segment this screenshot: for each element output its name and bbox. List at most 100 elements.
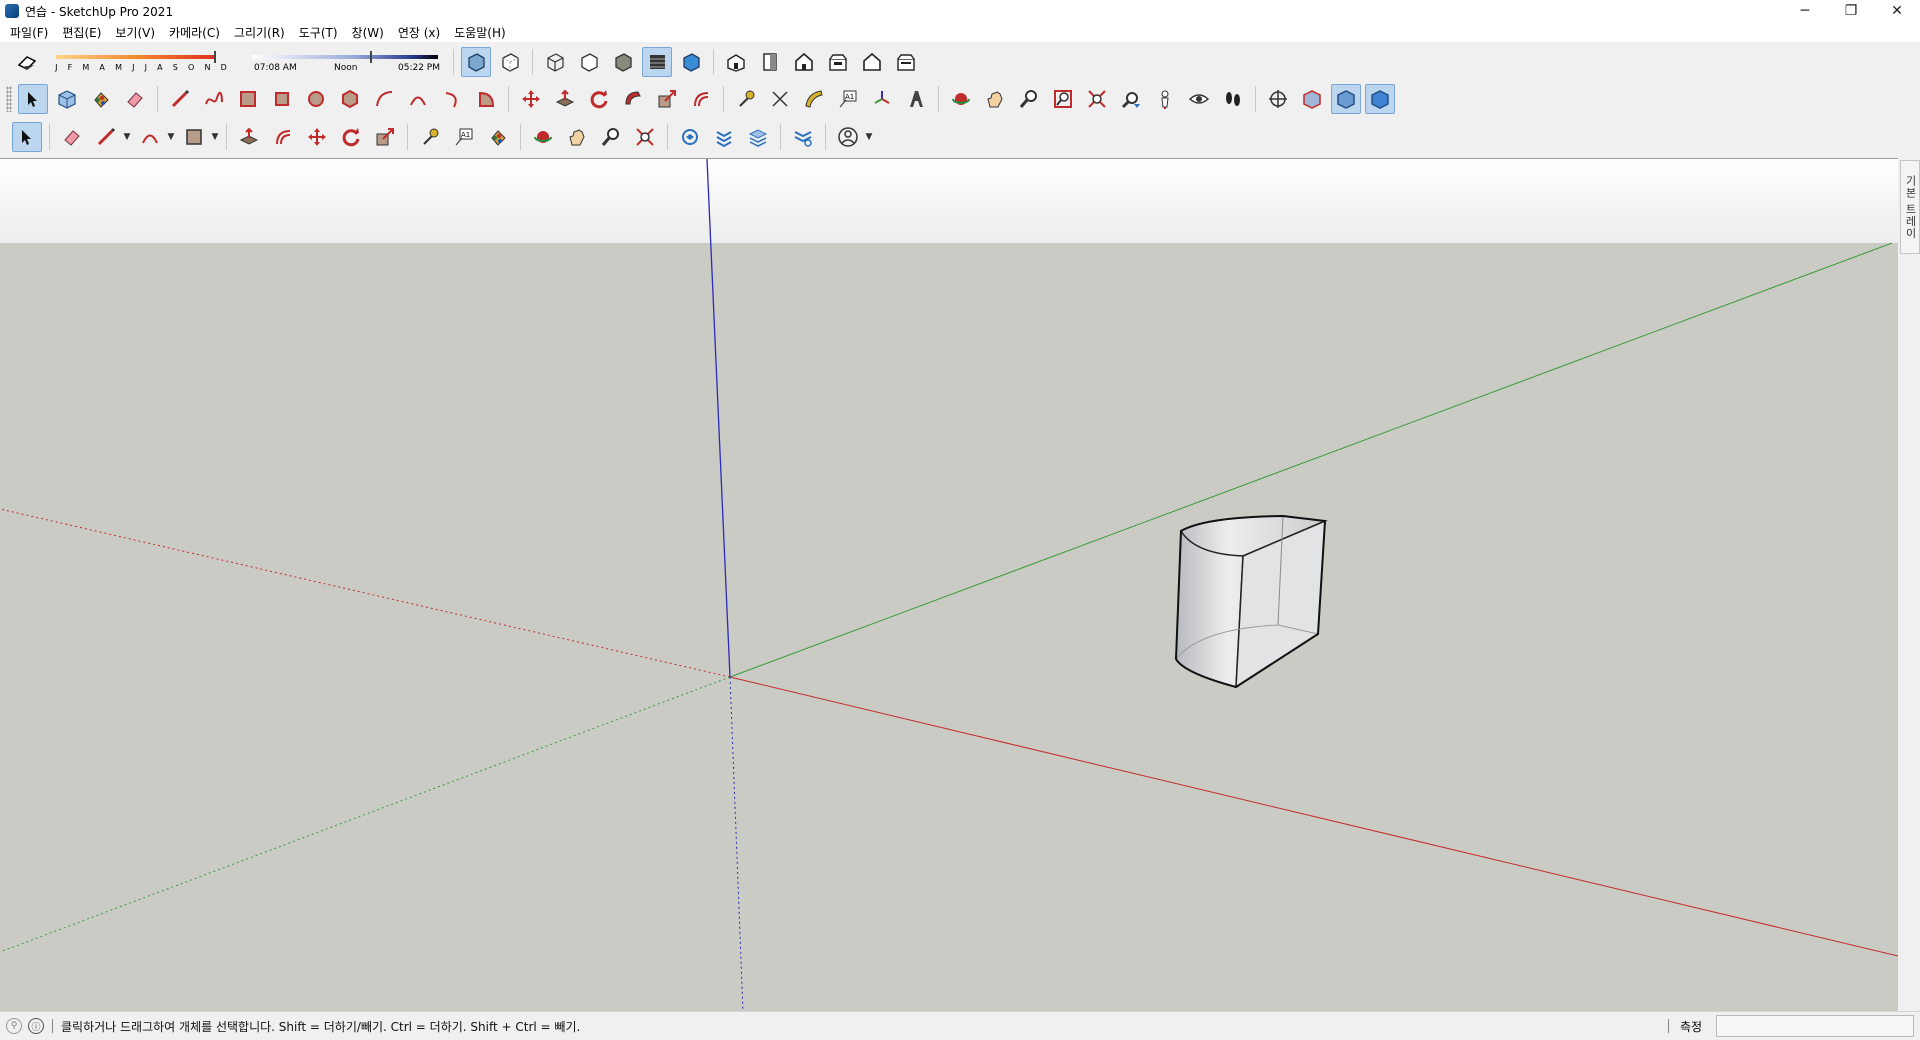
- top-view-icon[interactable]: [755, 47, 785, 77]
- rotate-tool-icon[interactable]: [336, 122, 366, 152]
- rotated-rectangle-tool-icon[interactable]: [267, 84, 297, 114]
- dimension-tool-icon[interactable]: [765, 84, 795, 114]
- polygon-tool-icon[interactable]: [335, 84, 365, 114]
- scale-tool-icon[interactable]: [370, 122, 400, 152]
- 3d-warehouse-icon[interactable]: [675, 122, 705, 152]
- push-pull-tool-icon[interactable]: [234, 122, 264, 152]
- scene-canvas[interactable]: [0, 159, 1898, 1011]
- eraser-tool-icon[interactable]: [57, 122, 87, 152]
- orbit-tool-icon[interactable]: [946, 84, 976, 114]
- zoom-tool-icon[interactable]: [596, 122, 626, 152]
- 3d-text-tool-icon[interactable]: [901, 84, 931, 114]
- shaded-textures-style-icon[interactable]: [642, 47, 672, 77]
- move-tool-icon[interactable]: [302, 122, 332, 152]
- line-tool-icon[interactable]: [165, 84, 195, 114]
- two-point-arc-tool-icon[interactable]: [403, 84, 433, 114]
- measurements-input[interactable]: [1716, 1015, 1914, 1037]
- month-thumb[interactable]: [214, 51, 216, 63]
- protractor-tool-icon[interactable]: [799, 84, 829, 114]
- eraser-tool-icon[interactable]: [120, 84, 150, 114]
- shadows-toggle-icon[interactable]: [12, 47, 42, 77]
- menu-window[interactable]: 창(W): [345, 24, 391, 41]
- offset-tool-icon[interactable]: [268, 122, 298, 152]
- pan-tool-icon[interactable]: [562, 122, 592, 152]
- back-view-icon[interactable]: [857, 47, 887, 77]
- month-slider[interactable]: J F M A M J J A S O N D: [50, 47, 232, 77]
- line-tool-icon[interactable]: [91, 122, 121, 152]
- arc-tool-icon[interactable]: [369, 84, 399, 114]
- zoom-extents-icon[interactable]: [1082, 84, 1112, 114]
- arc-dropdown-icon[interactable]: ▼: [165, 122, 177, 152]
- iso-view-icon[interactable]: [721, 47, 751, 77]
- section-display-icon[interactable]: [1297, 84, 1327, 114]
- text-tool-icon[interactable]: A1: [833, 84, 863, 114]
- pan-tool-icon[interactable]: [980, 84, 1010, 114]
- default-tray-tab[interactable]: 기본 트레이: [1900, 160, 1920, 254]
- menu-file[interactable]: 파일(F): [3, 24, 55, 41]
- profile-dropdown-icon[interactable]: ▼: [863, 122, 875, 152]
- arc-tool-icon[interactable]: [135, 122, 165, 152]
- left-view-icon[interactable]: [891, 47, 921, 77]
- text-tool-icon[interactable]: A1: [449, 122, 479, 152]
- select-tool-icon[interactable]: [18, 84, 48, 114]
- tape-measure-icon[interactable]: [731, 84, 761, 114]
- previous-view-icon[interactable]: [1116, 84, 1146, 114]
- instructor-info-icon[interactable]: ⓘ: [28, 1018, 44, 1034]
- menu-edit[interactable]: 편집(E): [55, 24, 108, 41]
- hidden-line-style-icon[interactable]: [574, 47, 604, 77]
- freehand-tool-icon[interactable]: [199, 84, 229, 114]
- wireframe-style-icon[interactable]: [540, 47, 570, 77]
- select-tool-icon[interactable]: [12, 122, 42, 152]
- scale-tool-icon[interactable]: [652, 84, 682, 114]
- shaded-style-icon[interactable]: [608, 47, 638, 77]
- orbit-tool-icon[interactable]: [528, 122, 558, 152]
- toolbar-grip[interactable]: [6, 86, 12, 112]
- profile-icon[interactable]: [833, 122, 863, 152]
- rectangle-tool-icon[interactable]: [233, 84, 263, 114]
- time-slider[interactable]: 07:08 AM Noon 05:22 PM: [252, 47, 448, 77]
- three-point-arc-tool-icon[interactable]: [437, 84, 467, 114]
- section-fill-icon[interactable]: [1365, 84, 1395, 114]
- geolocation-icon[interactable]: ⚲: [6, 1018, 22, 1034]
- drawing-viewport[interactable]: [0, 158, 1898, 1011]
- paint-bucket-icon[interactable]: [483, 122, 513, 152]
- shapes-tool-icon[interactable]: [179, 122, 209, 152]
- menu-help[interactable]: 도움말(H): [447, 24, 513, 41]
- push-pull-tool-icon[interactable]: [550, 84, 580, 114]
- restore-button[interactable]: ❐: [1828, 0, 1874, 22]
- pie-tool-icon[interactable]: [471, 84, 501, 114]
- offset-tool-icon[interactable]: [686, 84, 716, 114]
- look-around-icon[interactable]: [1184, 84, 1214, 114]
- back-edges-style-icon[interactable]: [495, 47, 525, 77]
- menu-draw[interactable]: 그리기(R): [227, 24, 292, 41]
- send-to-layout-icon[interactable]: [743, 122, 773, 152]
- minimize-button[interactable]: ─: [1782, 0, 1828, 22]
- zoom-extents-icon[interactable]: [630, 122, 660, 152]
- move-tool-icon[interactable]: [516, 84, 546, 114]
- section-cut-icon[interactable]: [1331, 84, 1361, 114]
- front-view-icon[interactable]: [789, 47, 819, 77]
- shapes-dropdown-icon[interactable]: ▼: [209, 122, 221, 152]
- position-camera-icon[interactable]: [1150, 84, 1180, 114]
- menu-extensions[interactable]: 연장 (x): [391, 24, 447, 41]
- line-dropdown-icon[interactable]: ▼: [121, 122, 133, 152]
- menu-camera[interactable]: 카메라(C): [162, 24, 227, 41]
- rotate-tool-icon[interactable]: [584, 84, 614, 114]
- x-ray-style-icon[interactable]: [461, 47, 491, 77]
- extension-warehouse-icon[interactable]: [709, 122, 739, 152]
- close-button[interactable]: ✕: [1874, 0, 1920, 22]
- extension-manager-icon[interactable]: [788, 122, 818, 152]
- right-view-icon[interactable]: [823, 47, 853, 77]
- paint-bucket-icon[interactable]: [86, 84, 116, 114]
- walk-tool-icon[interactable]: [1218, 84, 1248, 114]
- follow-me-tool-icon[interactable]: [618, 84, 648, 114]
- menu-tools[interactable]: 도구(T): [292, 24, 345, 41]
- time-thumb[interactable]: [370, 51, 372, 63]
- component-tool-icon[interactable]: [52, 84, 82, 114]
- monochrome-style-icon[interactable]: [676, 47, 706, 77]
- section-plane-icon[interactable]: [1263, 84, 1293, 114]
- zoom-tool-icon[interactable]: [1014, 84, 1044, 114]
- circle-tool-icon[interactable]: [301, 84, 331, 114]
- zoom-window-icon[interactable]: [1048, 84, 1078, 114]
- axes-tool-icon[interactable]: [867, 84, 897, 114]
